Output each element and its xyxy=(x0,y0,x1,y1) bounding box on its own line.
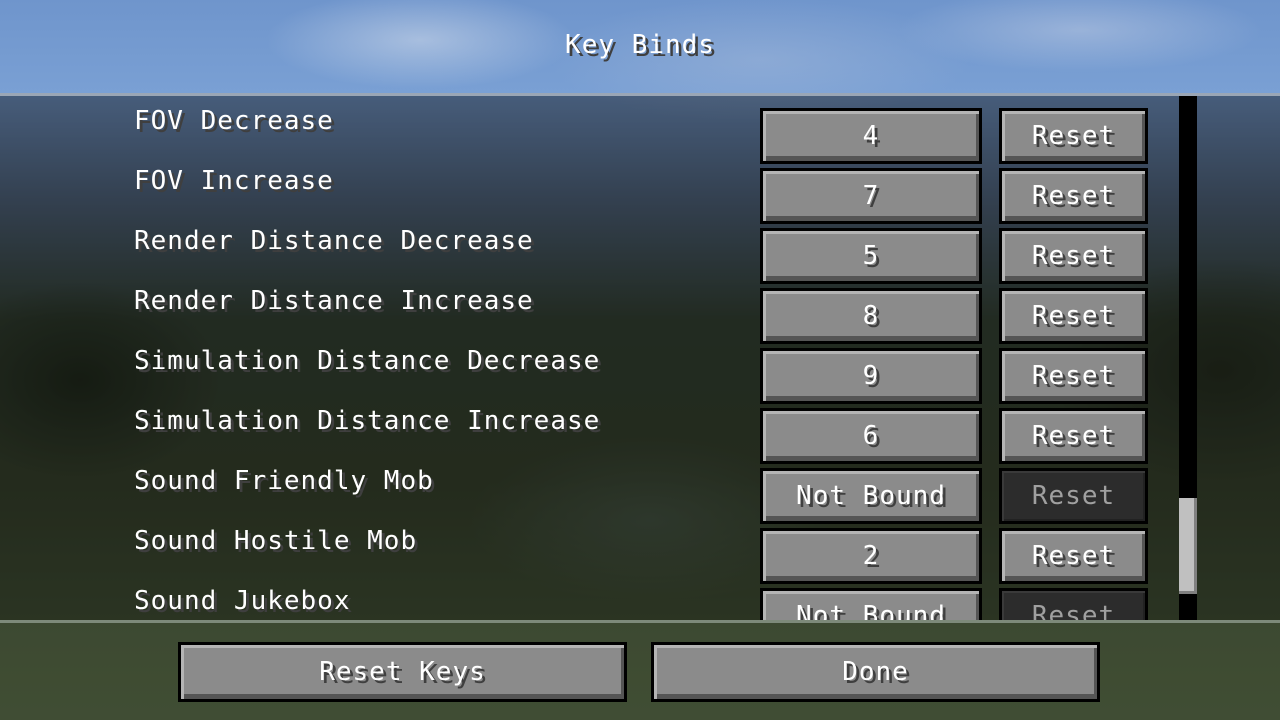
key-button[interactable]: Not Bound xyxy=(760,588,982,620)
keybind-row-render-distance-decrease: Render Distance Decrease 5 Reset xyxy=(0,216,1280,284)
reset-button-disabled: Reset xyxy=(999,588,1148,620)
keybind-label: Sound Hostile Mob xyxy=(134,526,418,556)
keybind-label: Sound Jukebox xyxy=(134,586,351,616)
title-bar: Key Binds xyxy=(0,0,1280,96)
keybind-row-simulation-distance-decrease: Simulation Distance Decrease 9 Reset xyxy=(0,336,1280,404)
page-title: Key Binds xyxy=(565,30,715,60)
keybind-list[interactable]: FOV Decrease 4 Reset FOV Increase 7 Rese… xyxy=(0,96,1280,623)
scrollbar-thumb[interactable] xyxy=(1179,498,1197,594)
keybind-row-sound-hostile-mob: Sound Hostile Mob 2 Reset xyxy=(0,516,1280,584)
keybind-label: Render Distance Decrease xyxy=(134,226,534,256)
reset-keys-button[interactable]: Reset Keys xyxy=(178,642,627,702)
done-button[interactable]: Done xyxy=(651,642,1100,702)
keybind-label: Simulation Distance Increase xyxy=(134,406,601,436)
keybind-row-fov-increase: FOV Increase 7 Reset xyxy=(0,156,1280,224)
keybind-row-sound-jukebox: Sound Jukebox Not Bound Reset xyxy=(0,576,1280,620)
keybind-row-render-distance-increase: Render Distance Increase 8 Reset xyxy=(0,276,1280,344)
keybind-label: FOV Decrease xyxy=(134,106,334,136)
keybind-label: FOV Increase xyxy=(134,166,334,196)
keybind-row-simulation-distance-increase: Simulation Distance Increase 6 Reset xyxy=(0,396,1280,464)
keybind-label: Render Distance Increase xyxy=(134,286,534,316)
keybind-label: Simulation Distance Decrease xyxy=(134,346,601,376)
keybind-row-fov-decrease: FOV Decrease 4 Reset xyxy=(0,96,1280,164)
keybind-label: Sound Friendly Mob xyxy=(134,466,434,496)
keybind-row-sound-friendly-mob: Sound Friendly Mob Not Bound Reset xyxy=(0,456,1280,524)
